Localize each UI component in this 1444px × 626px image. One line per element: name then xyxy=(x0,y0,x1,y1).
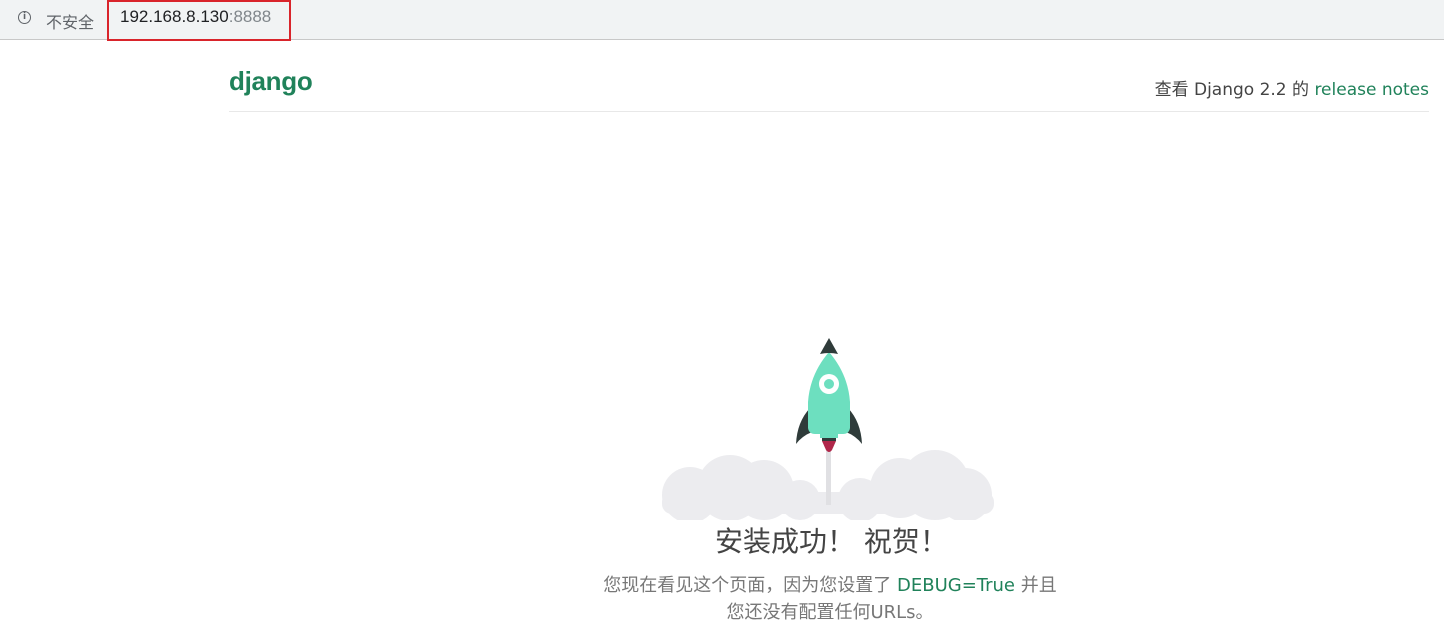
django-logo[interactable]: django xyxy=(229,66,313,97)
rocket-launch-icon xyxy=(662,338,994,520)
description: 您现在看见这个页面，因为您设置了 DEBUG=True 并且 您还没有配置任何U… xyxy=(560,572,1100,626)
browser-address-bar[interactable]: i 不安全 192.168.8.130:8888 xyxy=(0,0,1444,41)
url-host: 192.168.8.130 xyxy=(120,7,229,26)
desc-part2: 并且 xyxy=(1015,575,1057,596)
smoke-trail xyxy=(826,450,831,505)
debug-setting: DEBUG=True xyxy=(896,575,1016,596)
release-notes-link[interactable]: release notes xyxy=(1314,80,1429,100)
release-notes-text: 查看 Django 2.2 的 release notes xyxy=(1155,75,1429,100)
description-line-2: 您还没有配置任何URLs。 xyxy=(726,602,934,623)
page-header: django 查看 Django 2.2 的 release notes xyxy=(229,42,1429,112)
success-title: 安装成功！ 祝贺！ xyxy=(0,520,1444,560)
url-port: :8888 xyxy=(228,7,272,26)
release-prefix: 查看 Django 2.2 的 xyxy=(1154,80,1315,100)
desc-part1: 您现在看见这个页面，因为您设置了 xyxy=(603,575,897,596)
security-label[interactable]: 不安全 xyxy=(46,9,94,33)
success-title-text: 安装成功！ 祝贺！ xyxy=(715,525,948,558)
info-icon[interactable]: i xyxy=(18,11,31,24)
url-input[interactable]: 192.168.8.130:8888 xyxy=(120,7,271,27)
description-line-1: 您现在看见这个页面，因为您设置了 DEBUG=True 并且 xyxy=(560,572,1100,599)
rocket-icon xyxy=(796,338,862,452)
